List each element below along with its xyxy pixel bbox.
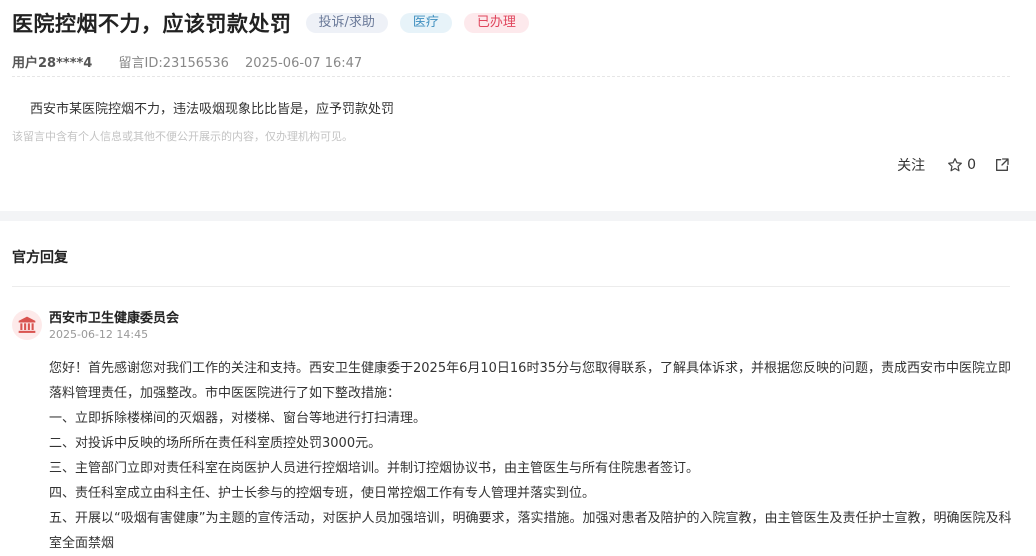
reply-paragraph: 三、主管部门立即对责任科室在岗医护人员进行控烟培训。并制订控烟协议书，由主管医生… [49, 461, 700, 476]
reply-date: 2025-06-12 14:45 [49, 328, 149, 341]
star-button[interactable]: 0 [947, 157, 976, 173]
meta-divider [12, 76, 1010, 77]
post-header: 医院控烟不力，应该罚款处罚 投诉/求助 医疗 已办理 [12, 8, 529, 38]
reply-paragraph: 一、立即拆除楼梯间的灭烟器，对楼梯、窗台等地进行打扫清理。 [49, 411, 427, 426]
category-tag[interactable]: 投诉/求助 [305, 13, 388, 33]
field-tag[interactable]: 医疗 [399, 13, 452, 33]
section-separator [0, 211, 1036, 221]
reply-paragraph: 四、责任科室成立由科主任、护士长参与的控烟专班，使日常控烟工作有专人管理并落实到… [49, 486, 596, 501]
status-badge: 已办理 [463, 13, 529, 33]
reply-divider [12, 286, 1010, 287]
follow-button[interactable]: 关注 [897, 155, 925, 175]
reply-org: 西安市卫生健康委员会 [49, 311, 180, 326]
page-title: 医院控烟不力，应该罚款处罚 [12, 12, 292, 36]
post-user: 用户28****4 [12, 56, 93, 71]
org-avatar [12, 310, 42, 340]
post-meta: 用户28****4 留言ID:23156536 2025-06-07 16:47 [12, 52, 362, 71]
reply-paragraph: 二、对投诉中反映的场所所在责任科室质控处罚3000元。 [49, 436, 382, 451]
message-id: 留言ID:23156536 [118, 56, 229, 71]
reply-paragraph: 您好！首先感谢您对我们工作的关注和支持。西安卫生健康委于2025年6月10日16… [49, 361, 1011, 401]
privacy-note: 该留言中含有个人信息或其他不便公开展示的内容，仅办理机构可见。 [12, 130, 353, 143]
share-icon [996, 158, 1009, 171]
reply-body: 您好！首先感谢您对我们工作的关注和支持。西安卫生健康委于2025年6月10日16… [49, 356, 1015, 556]
post-actions: 关注 0 [897, 155, 1010, 175]
star-count: 0 [967, 157, 976, 173]
post-content: 西安市某医院控烟不力，违法吸烟现象比比皆是，应予罚款处罚 [30, 102, 395, 117]
reply-section-title: 官方回复 [12, 250, 68, 266]
government-building-icon [18, 316, 36, 333]
share-button[interactable] [994, 157, 1010, 173]
reply-paragraph: 五、开展以“吸烟有害健康”为主题的宣传活动，对医护人员加强培训，明确要求，落实措… [49, 511, 1012, 551]
star-icon [948, 158, 963, 172]
post-datetime: 2025-06-07 16:47 [245, 56, 363, 71]
